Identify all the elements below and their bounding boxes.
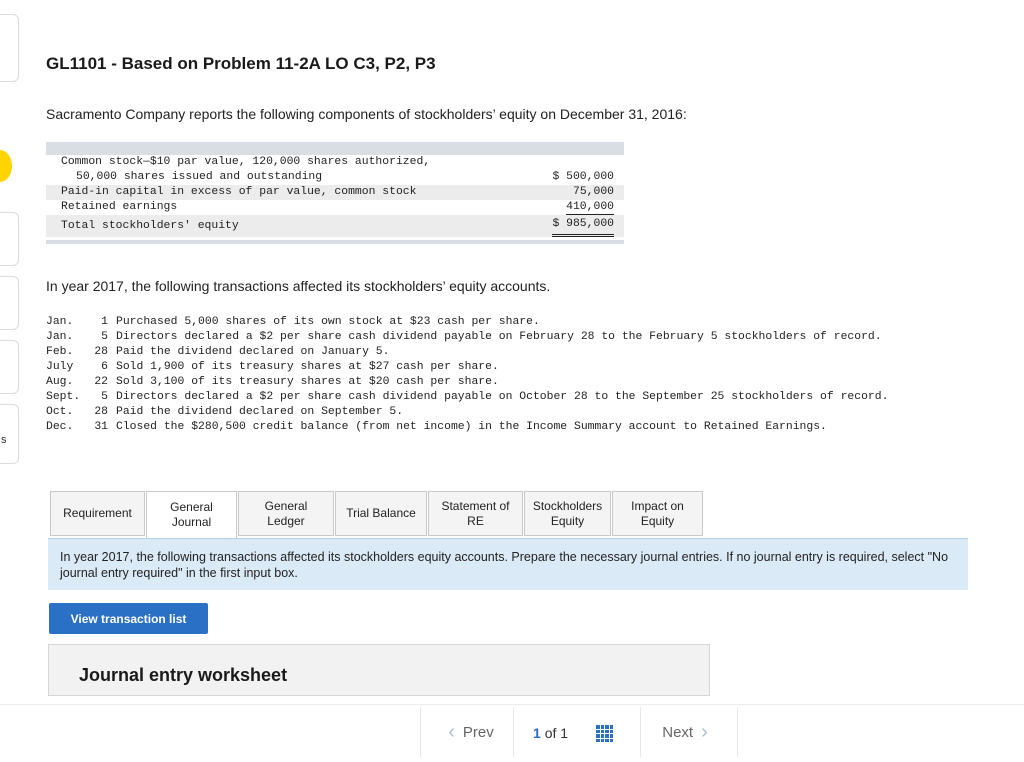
table-band xyxy=(46,142,624,155)
worksheet-title: Journal entry worksheet xyxy=(79,665,288,685)
tx-month: Aug. xyxy=(46,376,74,388)
chevron-right-icon: › xyxy=(701,721,708,743)
tab-label: Trial Balance xyxy=(346,506,416,520)
tx-month: Sept. xyxy=(46,391,81,403)
transaction-list: Jan. 1 Purchased 5,000 shares of its own s… xyxy=(46,315,956,435)
row-amount: 410,000 xyxy=(566,201,614,215)
tx-day: 28 xyxy=(94,406,108,418)
next-button[interactable]: Next › xyxy=(640,707,738,757)
edge-panel-fragment xyxy=(0,14,19,82)
row-label: Common stock—$10 par value, 120,000 shar… xyxy=(61,156,431,168)
highlight-dot xyxy=(0,150,12,182)
tx-text: Purchased 5,000 shares of its own stock … xyxy=(116,316,540,328)
prev-button[interactable]: ‹ Prev xyxy=(420,707,514,757)
row-amount: $ 985,000 xyxy=(552,215,614,237)
instructions-panel: In year 2017, the following transactions… xyxy=(48,538,968,590)
row-amount: 75,000 xyxy=(572,186,614,198)
equity-row-common-stock-line2: 50,000 shares issued and outstanding $ 5… xyxy=(46,170,624,185)
tx-text: Directors declared a $2 per share cash d… xyxy=(116,391,889,403)
transaction-item: July 6 Sold 1,900 of its treasury shares a… xyxy=(46,360,956,375)
tab-general-ledger[interactable]: General Ledger xyxy=(238,491,334,536)
tx-text: Closed the $280,500 credit balance (from… xyxy=(116,421,827,433)
next-label: Next xyxy=(662,723,694,741)
edge-panel-fragment xyxy=(0,212,19,266)
chevron-left-icon: ‹ xyxy=(448,721,455,743)
tab-label: Requirement xyxy=(63,506,132,520)
tx-day: 5 xyxy=(101,331,108,343)
equity-table: Common stock—$10 par value, 120,000 shar… xyxy=(46,142,624,244)
equity-row-common-stock-line1: Common stock—$10 par value, 120,000 shar… xyxy=(46,155,624,170)
tx-month: Jan. xyxy=(46,331,74,343)
page-indicator: 1 of 1 xyxy=(533,725,569,741)
tab-requirement[interactable]: Requirement xyxy=(50,491,145,536)
tab-label: Impact on Equity xyxy=(631,498,684,528)
tx-day: 6 xyxy=(101,361,108,373)
transaction-item: Aug. 22 Sold 3,100 of its treasury shares … xyxy=(46,375,956,390)
edge-panel-fragment xyxy=(0,340,19,394)
tab-bar: Requirement General Journal General Ledger… xyxy=(50,491,704,539)
equity-row-retained-earnings: Retained earnings 410,000 xyxy=(46,200,624,215)
tab-label: Statement of RE xyxy=(441,498,510,528)
table-band xyxy=(46,240,624,244)
tx-day: 28 xyxy=(94,346,108,358)
tab-impact-on-equity[interactable]: Impact on Equity xyxy=(612,491,703,536)
tab-trial-balance[interactable]: Trial Balance xyxy=(335,491,427,536)
row-label: Retained earnings xyxy=(61,201,178,213)
tx-text: Paid the dividend declared on January 5. xyxy=(116,346,390,358)
equity-row-paid-in-capital: Paid-in capital in excess of par value, … xyxy=(46,185,624,200)
transaction-item: Jan. 1 Purchased 5,000 shares of its own s… xyxy=(46,315,956,330)
year-text: In year 2017, the following transactions… xyxy=(46,278,551,294)
transaction-item: Jan. 5 Directors declared a $2 per share c… xyxy=(46,330,956,345)
transaction-item: Oct. 28 Paid the dividend declared on Sept… xyxy=(46,405,956,420)
transaction-item: Dec. 31 Closed the $280,500 credit balance… xyxy=(46,420,956,435)
journal-entry-worksheet: Journal entry worksheet xyxy=(48,644,710,696)
tab-label: General Journal xyxy=(170,500,213,529)
transaction-item: Feb. 28 Paid the dividend declared on Janu… xyxy=(46,345,956,360)
tab-general-journal[interactable]: General Journal xyxy=(146,491,237,539)
tx-day: 22 xyxy=(94,376,108,388)
intro-text: Sacramento Company reports the following… xyxy=(46,106,687,122)
grid-icon[interactable] xyxy=(596,725,613,742)
tx-month: July xyxy=(46,361,74,373)
instructions-text: In year 2017, the following transactions… xyxy=(60,550,949,580)
tx-day: 1 xyxy=(101,316,108,328)
pagination-bar: ‹ Prev 1 of 1 Next › xyxy=(0,704,1024,762)
tx-month: Jan. xyxy=(46,316,74,328)
tx-month: Oct. xyxy=(46,406,74,418)
transaction-item: Sept. 5 Directors declared a $2 per share … xyxy=(46,390,956,405)
tx-month: Feb. xyxy=(46,346,74,358)
edge-panel-fragment xyxy=(0,276,19,330)
view-transaction-list-button[interactable]: View transaction list xyxy=(49,603,208,634)
tx-text: Sold 3,100 of its treasury shares at $20… xyxy=(116,376,499,388)
tx-text: Directors declared a $2 per share cash d… xyxy=(116,331,882,343)
prev-label: Prev xyxy=(462,723,494,741)
page-title: GL1101 - Based on Problem 11-2A LO C3, P… xyxy=(46,54,436,73)
tab-statement-of-re[interactable]: Statement of RE xyxy=(428,491,523,536)
tx-month: Dec. xyxy=(46,421,74,433)
tx-text: Sold 1,900 of its treasury shares at $27… xyxy=(116,361,499,373)
tab-label: General Ledger xyxy=(264,498,308,528)
equity-row-total: Total stockholders' equity $ 985,000 xyxy=(46,215,624,237)
row-amount: $ 500,000 xyxy=(552,171,614,183)
row-label: Paid-in capital in excess of par value, … xyxy=(61,186,417,198)
tx-text: Paid the dividend declared on September … xyxy=(116,406,404,418)
tx-day: 31 xyxy=(94,421,108,433)
row-label: 50,000 shares issued and outstanding xyxy=(76,171,323,183)
tx-day: 5 xyxy=(101,391,108,403)
tab-stockholders-equity[interactable]: Stockholders Equity xyxy=(524,491,611,536)
tab-label: Stockholders Equity xyxy=(532,498,603,528)
edge-text: s xyxy=(1,434,7,446)
row-label: Total stockholders' equity xyxy=(61,220,239,232)
